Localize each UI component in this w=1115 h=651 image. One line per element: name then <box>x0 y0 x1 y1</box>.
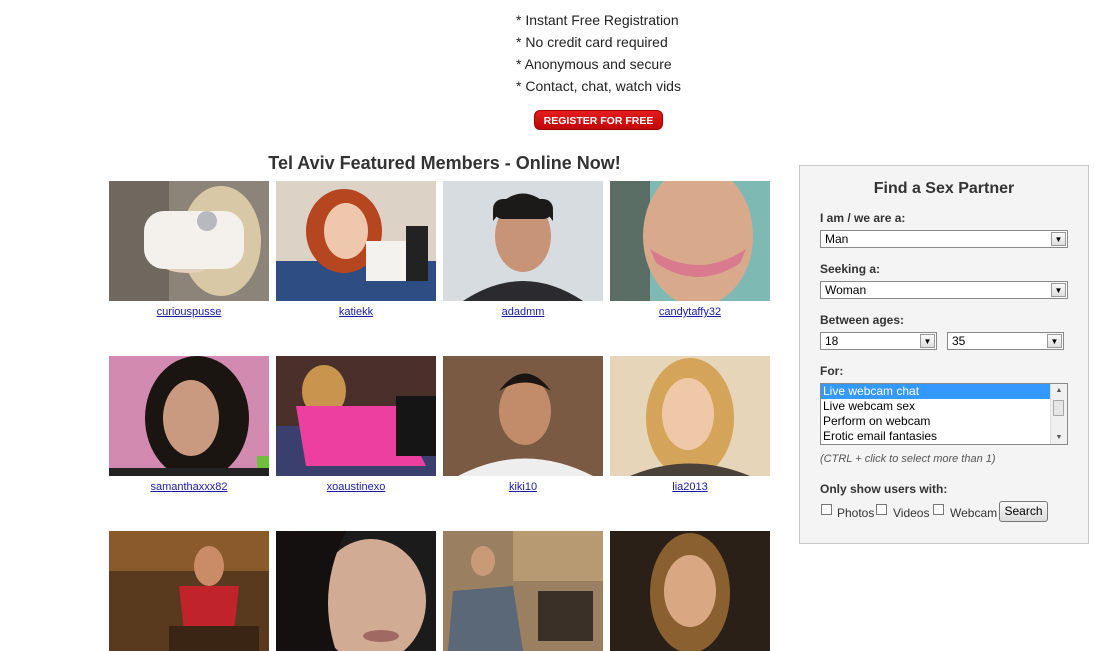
register-button[interactable]: REGISTER FOR FREE <box>534 110 663 130</box>
iam-select[interactable]: Man ▼ <box>820 230 1068 248</box>
benefit-item: * No credit card required <box>516 34 668 50</box>
seeking-label: Seeking a: <box>820 262 881 276</box>
seeking-select-value: Woman <box>825 283 867 297</box>
chevron-down-icon[interactable]: ▼ <box>1051 232 1066 246</box>
member-username[interactable]: adadmm <box>443 306 603 318</box>
chevron-down-icon[interactable]: ▼ <box>920 334 935 348</box>
age-min-value: 18 <box>825 334 839 348</box>
scroll-up-icon[interactable]: ▲ <box>1051 384 1067 397</box>
member-photo[interactable] <box>443 531 603 651</box>
member-username[interactable]: candytaffy32 <box>610 306 770 318</box>
benefits-list: * Instant Free Registration * No credit … <box>516 10 681 98</box>
benefit-item: * Anonymous and secure <box>516 56 672 72</box>
panel-title: Find a Sex Partner <box>873 180 1015 197</box>
search-panel: Find a Sex Partner I am / we are a: Man … <box>799 165 1089 544</box>
benefit-item: * Contact, chat, watch vids <box>516 78 681 94</box>
member-photo[interactable] <box>610 181 770 301</box>
webcam-checkbox-label: Webcam <box>950 506 998 520</box>
member-photo[interactable] <box>610 531 770 651</box>
member-photo[interactable] <box>276 181 436 301</box>
photos-checkbox[interactable] <box>821 504 832 515</box>
chevron-down-icon[interactable]: ▼ <box>1051 283 1066 297</box>
member-photo[interactable] <box>276 531 436 651</box>
iam-label: I am / we are a: <box>820 211 906 225</box>
for-listbox[interactable]: Live webcam chat Live webcam sex Perform… <box>820 383 1068 445</box>
for-option[interactable]: Live webcam sex <box>821 399 1050 414</box>
chevron-down-icon[interactable]: ▼ <box>1047 334 1062 348</box>
member-username[interactable]: samanthaxxx82 <box>109 481 269 493</box>
member-photo[interactable] <box>109 531 269 651</box>
scroll-thumb[interactable] <box>1053 400 1064 416</box>
featured-members-title: Tel Aviv Featured Members - Online Now! <box>268 153 621 173</box>
benefit-item: * Instant Free Registration <box>516 12 679 28</box>
for-option[interactable]: Perform on webcam <box>821 414 1050 429</box>
member-photo[interactable] <box>443 181 603 301</box>
member-photo[interactable] <box>443 356 603 476</box>
scroll-down-icon[interactable]: ▼ <box>1051 431 1067 444</box>
member-photo[interactable] <box>610 356 770 476</box>
member-photo[interactable] <box>109 181 269 301</box>
member-username[interactable]: kiki10 <box>443 481 603 493</box>
ages-label: Between ages: <box>820 313 905 327</box>
videos-checkbox-label: Videos <box>893 506 930 520</box>
member-username[interactable]: curiouspusse <box>109 306 269 318</box>
videos-checkbox[interactable] <box>876 504 887 515</box>
multi-select-hint: (CTRL + click to select more than 1) <box>820 453 996 465</box>
search-button[interactable]: Search <box>999 501 1048 522</box>
member-photo[interactable] <box>276 356 436 476</box>
member-username[interactable]: katiekk <box>276 306 436 318</box>
photos-checkbox-label: Photos <box>837 506 875 520</box>
listbox-scrollbar[interactable]: ▲ ▼ <box>1050 384 1067 444</box>
webcam-checkbox[interactable] <box>933 504 944 515</box>
age-max-value: 35 <box>952 334 966 348</box>
member-photo[interactable] <box>109 356 269 476</box>
age-min-select[interactable]: 18 ▼ <box>820 332 937 350</box>
for-option[interactable]: Live webcam chat <box>821 384 1050 399</box>
iam-select-value: Man <box>825 232 849 246</box>
only-show-label: Only show users with: <box>820 482 948 496</box>
seeking-select[interactable]: Woman ▼ <box>820 281 1068 299</box>
age-max-select[interactable]: 35 ▼ <box>947 332 1064 350</box>
member-username[interactable]: xoaustinexo <box>276 481 436 493</box>
for-option[interactable]: Erotic email fantasies <box>821 429 1050 444</box>
member-username[interactable]: lia2013 <box>610 481 770 493</box>
for-label: For: <box>820 364 844 378</box>
